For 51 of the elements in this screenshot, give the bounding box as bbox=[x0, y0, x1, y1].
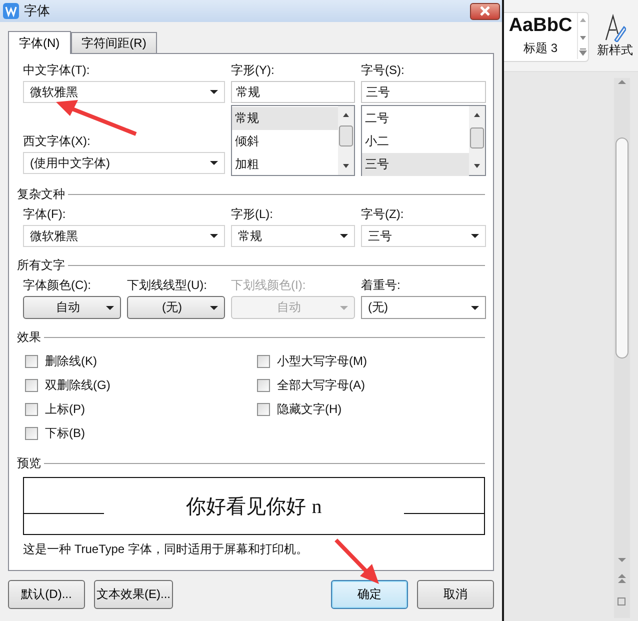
section-header: 所有文字 bbox=[17, 257, 485, 273]
preview-text: 你好看见你好 n bbox=[185, 494, 323, 520]
checkbox-option[interactable]: 删除线(K) bbox=[25, 349, 257, 373]
list-item[interactable]: 小二 bbox=[362, 130, 469, 153]
checkbox-option[interactable]: 小型大写字母(M) bbox=[257, 349, 477, 373]
section-header: 预览 bbox=[17, 455, 485, 471]
input-field[interactable]: 常规 bbox=[231, 81, 355, 103]
field-label: 下划线颜色(I): bbox=[231, 277, 307, 293]
list-item[interactable]: 倾斜 bbox=[232, 130, 338, 153]
checkbox-option[interactable]: 下标(B) bbox=[25, 421, 257, 445]
checkbox-option[interactable]: 隐藏文字(H) bbox=[257, 397, 477, 421]
dropdown-button[interactable]: (无) bbox=[361, 296, 486, 319]
section-header: 效果 bbox=[17, 329, 485, 345]
field-label: 着重号: bbox=[361, 277, 402, 293]
style-gallery[interactable]: AaBbC 标题 3 bbox=[504, 12, 589, 62]
dialog-button[interactable]: 默认(D)... bbox=[8, 580, 85, 609]
list-item[interactable]: 加粗 bbox=[232, 153, 338, 176]
dropdown[interactable]: 微软雅黑 bbox=[23, 225, 225, 247]
tab[interactable]: 字符间距(R) bbox=[70, 32, 158, 53]
field-label: 西文字体(X): bbox=[23, 133, 92, 149]
field-label: 字体(F): bbox=[23, 206, 67, 222]
field-label: 中文字体(T): bbox=[23, 62, 91, 78]
input-field[interactable]: 三号 bbox=[361, 81, 486, 103]
dialog-button[interactable]: 确定 bbox=[331, 580, 408, 609]
field-label: 字体颜色(C): bbox=[23, 277, 92, 293]
dropdown-button[interactable]: 自动 bbox=[23, 296, 121, 319]
list-item[interactable]: 三号 bbox=[362, 153, 469, 176]
font-dropdown[interactable]: (使用中文字体) bbox=[23, 152, 225, 174]
list-item[interactable]: 二号 bbox=[362, 107, 469, 130]
tab[interactable]: 字体(N) bbox=[8, 31, 71, 54]
field-label: 下划线线型(U): bbox=[127, 277, 208, 293]
new-style-button[interactable]: 新样式 bbox=[597, 14, 633, 59]
style-preview: AaBbC bbox=[508, 15, 572, 37]
checkbox-option[interactable]: 上标(P) bbox=[25, 397, 257, 421]
section-header: 复杂文种 bbox=[17, 186, 485, 202]
window-title: 字体 bbox=[24, 2, 50, 20]
field-label: 字形(Y): bbox=[231, 62, 276, 78]
checkbox-option[interactable]: 双删除线(G) bbox=[25, 373, 257, 397]
style-name: 标题 3 bbox=[523, 40, 558, 57]
dropdown[interactable]: 常规 bbox=[231, 225, 355, 247]
dialog-button[interactable]: 文本效果(E)... bbox=[94, 580, 173, 609]
field-label: 字形(L): bbox=[231, 206, 274, 222]
dropdown[interactable]: 三号 bbox=[361, 225, 486, 247]
list-item[interactable]: 常规 bbox=[232, 107, 338, 130]
field-label: 字号(S): bbox=[361, 62, 406, 78]
dropdown-button[interactable]: (无) bbox=[127, 296, 225, 319]
checkbox-option[interactable]: 全部大写字母(A) bbox=[257, 373, 477, 397]
field-label: 字号(Z): bbox=[361, 206, 405, 222]
font-info-text: 这是一种 TrueType 字体，同时适用于屏幕和打印机。 bbox=[23, 541, 309, 557]
font-dropdown[interactable]: 微软雅黑 bbox=[23, 81, 225, 103]
dialog-button[interactable]: 取消 bbox=[417, 580, 494, 609]
